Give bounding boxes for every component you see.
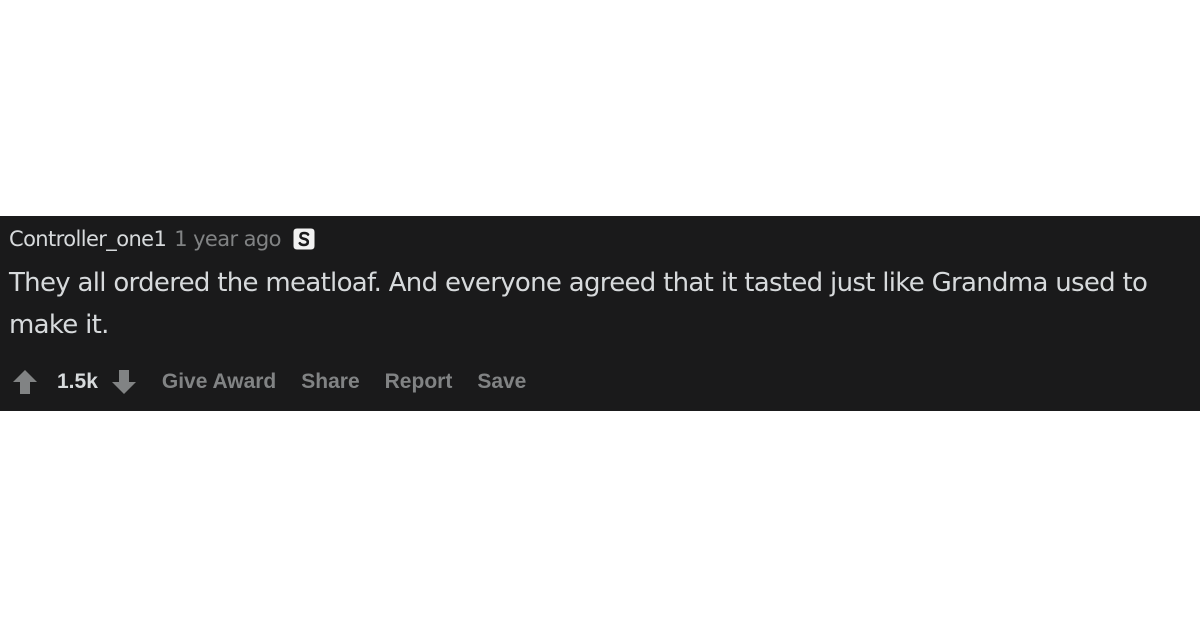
downvote-arrow-icon[interactable] bbox=[108, 366, 140, 398]
upvote-arrow-icon[interactable] bbox=[9, 366, 41, 398]
comment-card: Controller_one1 1 year ago They all orde… bbox=[0, 216, 1200, 411]
save-button[interactable]: Save bbox=[477, 370, 526, 394]
s-badge-icon[interactable] bbox=[291, 226, 317, 252]
give-award-button[interactable]: Give Award bbox=[162, 370, 276, 394]
comment-action-bar: 1.5k Give Award Share Report Save bbox=[9, 366, 526, 398]
share-button[interactable]: Share bbox=[301, 370, 359, 394]
comment-meta: Controller_one1 1 year ago bbox=[9, 226, 317, 252]
comment-timestamp[interactable]: 1 year ago bbox=[174, 227, 281, 251]
report-button[interactable]: Report bbox=[385, 370, 453, 394]
comment-body: They all ordered the meatloaf. And every… bbox=[9, 268, 1148, 340]
author-username[interactable]: Controller_one1 bbox=[9, 227, 167, 251]
vote-score: 1.5k bbox=[57, 370, 98, 393]
